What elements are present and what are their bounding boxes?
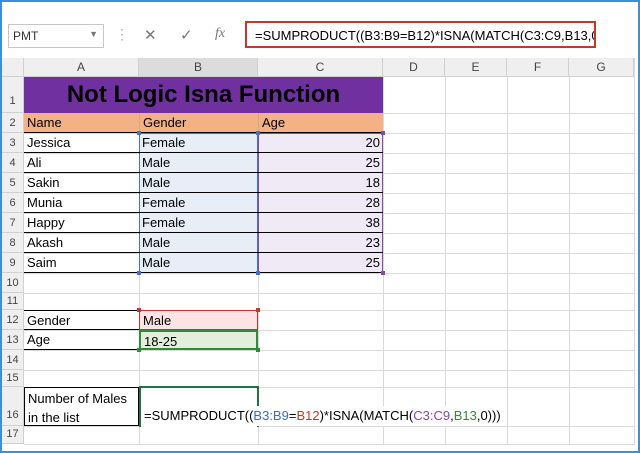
range-handle[interactable] xyxy=(256,308,260,312)
range-handle[interactable] xyxy=(137,271,141,275)
cell-age[interactable]: 20 xyxy=(258,133,383,153)
formula-token: =SUMPRODUCT(( xyxy=(144,408,254,423)
formula-token: B13 xyxy=(453,408,477,423)
gender-criteria-value[interactable]: Male xyxy=(139,310,258,330)
header-age[interactable]: Age xyxy=(258,113,383,133)
formula-token: C3:C9 xyxy=(413,408,451,423)
range-handle[interactable] xyxy=(137,308,141,312)
row-header-11[interactable]: 11 xyxy=(2,293,24,310)
result-formula-edit[interactable]: =SUMPRODUCT((B3:B9=B12)*ISNA(MATCH(C3:C9… xyxy=(141,406,505,426)
row-header-15[interactable]: 15 xyxy=(2,370,24,387)
range-handle[interactable] xyxy=(256,131,260,135)
range-handle[interactable] xyxy=(381,271,385,275)
formula-bar-area: PMT ▼ ⋮ ✕ ✓ fx =SUMPRODUCT((B3:B9=B12)*I… xyxy=(2,2,638,51)
chevron-down-icon[interactable]: ▼ xyxy=(89,29,98,39)
result-label[interactable]: Number of Males in the list xyxy=(24,387,139,426)
cell-gender[interactable]: Male xyxy=(139,173,258,193)
row-header-13[interactable]: 13 xyxy=(2,330,24,350)
age-criteria-value[interactable]: 18-25 xyxy=(139,330,258,350)
cell-gender[interactable]: Female xyxy=(139,213,258,233)
column-header-a[interactable]: A xyxy=(24,58,139,77)
cell-age[interactable]: 18 xyxy=(258,173,383,193)
row-header-1[interactable]: 1 xyxy=(2,77,24,113)
gridline xyxy=(445,77,446,445)
age-criteria-label[interactable]: Age xyxy=(24,330,139,350)
separator-dots-icon: ⋮ xyxy=(115,26,129,42)
cell-gender[interactable]: Male xyxy=(139,153,258,173)
range-handle[interactable] xyxy=(137,131,141,135)
gridline xyxy=(507,77,508,445)
cell-name[interactable]: Happy xyxy=(24,213,139,233)
row-header-2[interactable]: 2 xyxy=(2,113,24,133)
gridline xyxy=(24,370,634,371)
select-all-corner[interactable] xyxy=(2,58,24,77)
row-header-7[interactable]: 7 xyxy=(2,213,24,233)
column-header-c[interactable]: C xyxy=(258,58,383,77)
sheet-title[interactable]: Not Logic Isna Function xyxy=(24,77,383,113)
cell-name[interactable]: Saim xyxy=(24,253,139,273)
gender-criteria-label[interactable]: Gender xyxy=(24,310,139,330)
range-handle[interactable] xyxy=(256,348,260,352)
column-header-d[interactable]: D xyxy=(383,58,445,77)
gridline xyxy=(569,77,570,445)
row-header-12[interactable]: 12 xyxy=(2,310,24,330)
cancel-icon[interactable]: ✕ xyxy=(144,26,157,44)
gridline xyxy=(24,293,634,294)
range-handle[interactable] xyxy=(137,348,141,352)
cell-age[interactable]: 38 xyxy=(258,213,383,233)
range-handle[interactable] xyxy=(381,131,385,135)
row-header-9[interactable]: 9 xyxy=(2,253,24,273)
header-gender[interactable]: Gender xyxy=(139,113,258,133)
row-header-3[interactable]: 3 xyxy=(2,133,24,153)
name-box-value: PMT xyxy=(13,29,39,43)
formula-token: B3:B9 xyxy=(253,408,289,423)
cell-gender[interactable]: Male xyxy=(139,253,258,273)
cell-gender[interactable]: Female xyxy=(139,193,258,213)
column-header-b[interactable]: B xyxy=(139,58,258,77)
row-header-6[interactable]: 6 xyxy=(2,193,24,213)
row-header-4[interactable]: 4 xyxy=(2,153,24,173)
row-header-17[interactable]: 17 xyxy=(2,426,24,444)
cell-name[interactable]: Sakin xyxy=(24,173,139,193)
check-icon[interactable]: ✓ xyxy=(180,26,193,44)
range-handle[interactable] xyxy=(256,271,260,275)
formula-token: )*ISNA(MATCH( xyxy=(319,408,414,423)
cell-age[interactable]: 28 xyxy=(258,193,383,213)
row-header-16[interactable]: 16 xyxy=(2,387,24,426)
gridline xyxy=(24,426,634,427)
column-header-f[interactable]: F xyxy=(507,58,569,77)
gridline xyxy=(24,444,634,445)
column-header-e[interactable]: E xyxy=(445,58,507,77)
cell-name[interactable]: Ali xyxy=(24,153,139,173)
cell-name[interactable]: Jessica xyxy=(24,133,139,153)
column-header-g[interactable]: G xyxy=(569,58,634,77)
cell-age[interactable]: 23 xyxy=(258,233,383,253)
gridline xyxy=(24,350,634,351)
function-icon[interactable]: fx xyxy=(215,26,225,42)
row-header-10[interactable]: 10 xyxy=(2,273,24,293)
row-header-5[interactable]: 5 xyxy=(2,173,24,193)
formula-token: ,0))) xyxy=(476,408,501,423)
cell-age[interactable]: 25 xyxy=(258,253,383,273)
result-label-line2: in the list xyxy=(28,410,80,425)
formula-token: B12 xyxy=(296,408,320,423)
cell-gender[interactable]: Male xyxy=(139,233,258,253)
row-header-8[interactable]: 8 xyxy=(2,233,24,253)
cell-name[interactable]: Akash xyxy=(24,233,139,253)
cell-age[interactable]: 25 xyxy=(258,153,383,173)
name-box[interactable]: PMT ▼ xyxy=(8,24,104,48)
row-header-14[interactable]: 14 xyxy=(2,350,24,370)
gridline xyxy=(24,273,634,274)
cell-name[interactable]: Munia xyxy=(24,193,139,213)
result-label-line1: Number of Males xyxy=(28,391,127,406)
cell-gender[interactable]: Female xyxy=(139,133,258,153)
formula-input[interactable]: =SUMPRODUCT((B3:B9=B12)*ISNA(MATCH(C3:C9… xyxy=(245,21,596,48)
header-name[interactable]: Name xyxy=(24,113,139,133)
gridline xyxy=(634,58,635,445)
